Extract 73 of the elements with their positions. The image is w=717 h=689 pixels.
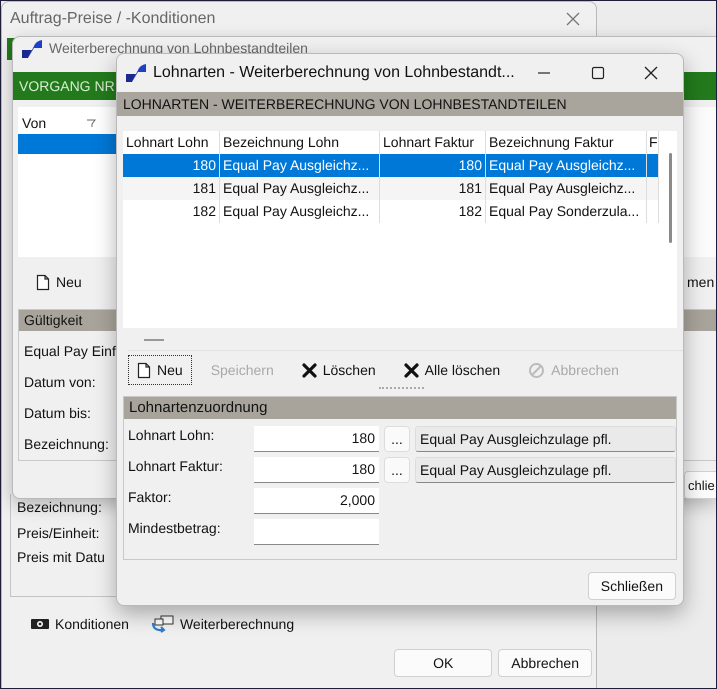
table-cell: 181 xyxy=(123,177,220,200)
field-label: Datum von: xyxy=(23,373,97,391)
splitter-handle[interactable] xyxy=(144,339,164,341)
logo-icon xyxy=(21,39,43,59)
field-label: Equal Pay Einf xyxy=(23,342,117,360)
toolbar-button[interactable]: Weiterberechnung xyxy=(148,613,296,635)
table-cell xyxy=(647,177,659,200)
input-field[interactable]: 180 xyxy=(254,457,379,483)
table-cell: Equal Pay Ausgleichz... xyxy=(220,200,380,223)
table-row[interactable]: 181 Equal Pay Ausgleichz... 181 Equal Pay Ausgleichz... xyxy=(123,177,665,200)
toolbar-button[interactable]: Alle löschen xyxy=(394,355,510,385)
table-cell: 181 xyxy=(380,177,486,200)
field-label: Bezeichnung: xyxy=(23,435,110,453)
description-field: Equal Pay Ausgleichzulage pfl. xyxy=(415,457,676,483)
field-label: Faktor: xyxy=(128,488,173,506)
table-cell: Equal Pay Ausgleichz... xyxy=(220,177,380,200)
banner-title: LOHNARTEN - WEITERBERECHNUNG VON LOHNBESTANDTEILEN xyxy=(117,92,683,116)
list-row[interactable] xyxy=(18,134,117,154)
ok-button[interactable]: OK xyxy=(394,649,492,677)
field-label: Preis mit Datu xyxy=(17,548,105,566)
transfer-icon xyxy=(150,615,175,633)
field-label: Lohnart Lohn: xyxy=(128,426,216,444)
document-icon xyxy=(137,362,151,378)
table-cell: Equal Pay Ausgleichz... xyxy=(486,154,647,177)
table-cell: 180 xyxy=(123,154,220,177)
header-bar xyxy=(684,72,716,100)
group-title: Gültigkeit xyxy=(19,310,117,331)
description-field: Equal Pay Ausgleichzulage pfl. xyxy=(415,426,676,452)
window-title: Weiterberechnung von Lohnbestandteilen xyxy=(49,41,309,56)
table-cell: 182 xyxy=(380,200,486,223)
header-bar xyxy=(684,310,716,331)
field-label: Lohnart Faktur: xyxy=(128,457,224,475)
field-label: Bezeichnung: xyxy=(17,498,102,516)
table-cell xyxy=(647,154,659,177)
banknote-icon xyxy=(30,617,50,631)
table-cell: 182 xyxy=(123,200,220,223)
delete-icon xyxy=(404,362,419,378)
close-icon xyxy=(644,66,658,80)
table-cell: Equal Pay Sonderzula... xyxy=(486,200,647,223)
scrollbar-thumb[interactable] xyxy=(669,153,672,243)
input-field[interactable]: 2,000 xyxy=(254,488,379,514)
field-label: Mindestbetrag: xyxy=(128,519,222,537)
close-button[interactable]: Schließen xyxy=(588,572,676,600)
field-label: Datum bis: xyxy=(23,404,92,422)
cancel-button[interactable]: Abbrechen xyxy=(498,649,592,677)
field-label: Preis/Einheit: xyxy=(17,524,100,542)
column-header: Von xyxy=(22,115,46,131)
toolbar-button[interactable]: Neu xyxy=(128,355,192,385)
close-button[interactable]: chlie xyxy=(684,471,716,499)
toolbar-button[interactable]: Konditionen xyxy=(28,613,131,635)
window-title: Lohnarten - Weiterberechnung von Lohnbestandt... xyxy=(153,64,515,82)
window-title: Auftrag-Preise / -Konditionen xyxy=(10,10,216,28)
group-title: Lohnartenzuordnung xyxy=(124,397,676,419)
table-row[interactable]: 180 Equal Pay Ausgleichz... 180 Equal Pay Ausgleichz... xyxy=(123,154,665,177)
table-cell: 180 xyxy=(380,154,486,177)
close-icon xyxy=(566,12,580,26)
input-field[interactable]: 180 xyxy=(254,426,379,452)
logo-icon xyxy=(125,63,147,83)
toolbar-button[interactable]: Löschen xyxy=(292,355,385,385)
input-field[interactable] xyxy=(254,519,379,545)
table-cell: Equal Pay Ausgleichz... xyxy=(220,154,380,177)
new-button[interactable]: Neu xyxy=(27,267,91,297)
cancel-icon xyxy=(528,362,546,378)
banner-title: VORGANG NR xyxy=(13,72,117,100)
table-row[interactable]: 182 Equal Pay Ausgleichz... 182 Equal Pay Sonderzula... xyxy=(123,200,665,223)
maximize-icon xyxy=(590,66,605,80)
filter-icon xyxy=(86,118,96,128)
lookup-button[interactable]: ... xyxy=(384,457,410,483)
document-icon xyxy=(36,274,50,290)
toolbar-button[interactable]: men xyxy=(684,267,716,297)
delete-icon xyxy=(302,362,317,378)
lookup-button[interactable]: ... xyxy=(384,426,410,452)
table-cell: Equal Pay Ausgleichz... xyxy=(486,177,647,200)
